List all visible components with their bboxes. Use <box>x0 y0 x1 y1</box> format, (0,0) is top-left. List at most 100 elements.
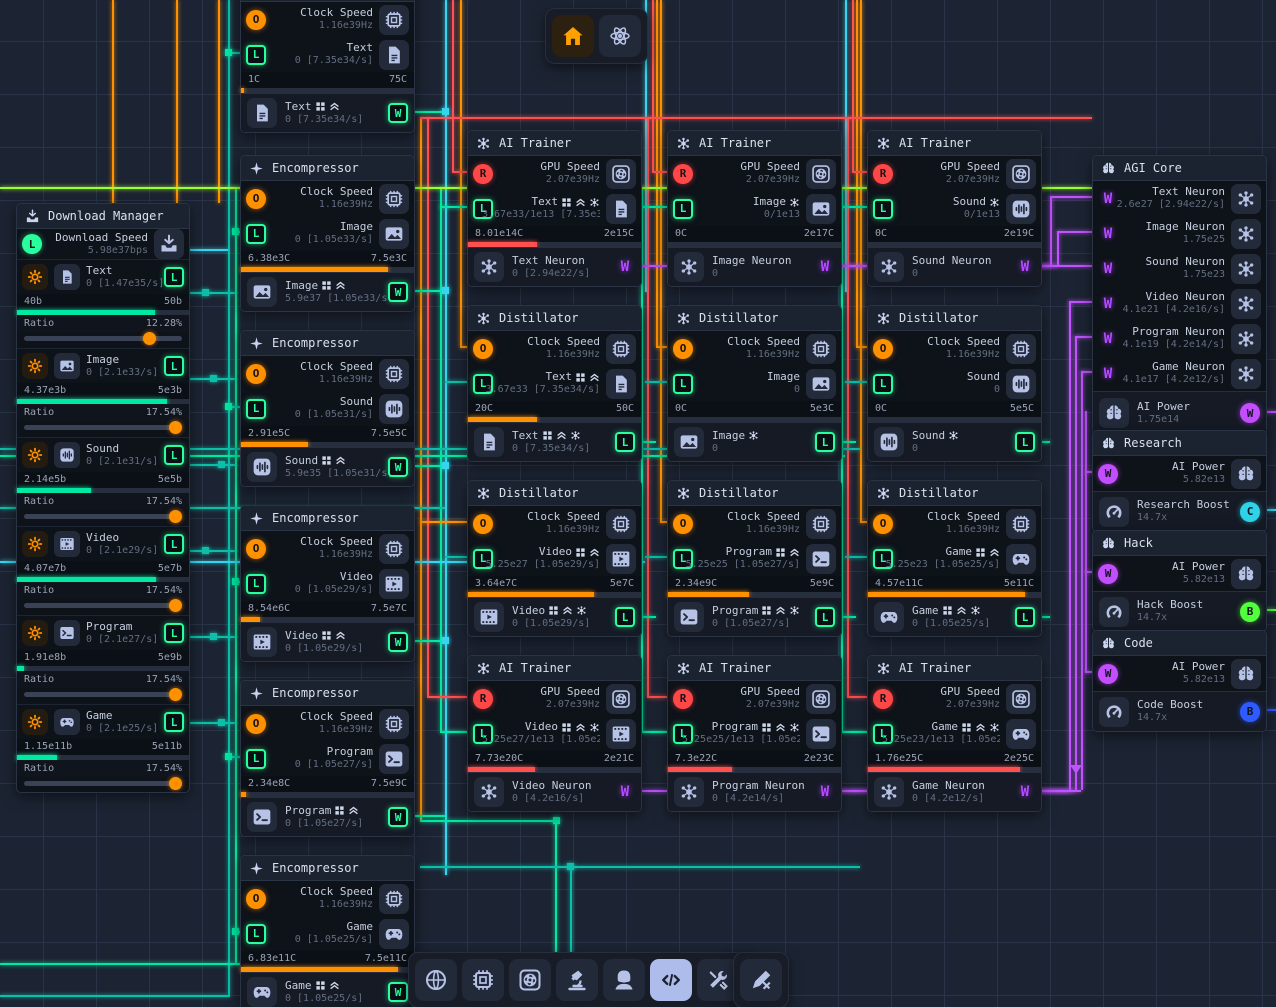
card-header[interactable]: Encompressor <box>241 681 414 706</box>
chip-button[interactable] <box>379 884 409 914</box>
card-download-manager[interactable]: Download ManagerLDownload Speed5.98e37bp… <box>16 203 190 793</box>
port-O[interactable]: O <box>473 339 493 359</box>
card-ai-trainer-program[interactable]: AI TrainerRGPU Speed2.07e39HzLProgram5.2… <box>667 655 842 812</box>
port-W[interactable]: W <box>815 782 835 802</box>
chip-button[interactable] <box>806 509 836 539</box>
card-header[interactable]: Distillator <box>468 306 641 331</box>
sound-button[interactable] <box>1006 369 1036 399</box>
gpu-button[interactable] <box>606 159 636 189</box>
port-W[interactable]: W <box>388 282 408 302</box>
card-ai-trainer-text[interactable]: AI TrainerRGPU Speed2.07e39HzLText3.67e3… <box>467 130 642 287</box>
port-W[interactable]: W <box>1098 364 1118 384</box>
port-O[interactable]: O <box>873 339 893 359</box>
card-header[interactable]: Encompressor <box>241 856 414 881</box>
sound-button[interactable] <box>54 442 80 468</box>
game-button[interactable] <box>379 919 409 949</box>
image-button[interactable] <box>379 219 409 249</box>
port-W[interactable]: W <box>1098 564 1118 584</box>
port-W[interactable]: W <box>1098 259 1118 279</box>
neuron-button[interactable] <box>674 252 704 282</box>
port-W[interactable]: W <box>1015 782 1035 802</box>
card-header[interactable]: Distillator <box>868 306 1041 331</box>
video-button[interactable] <box>606 719 636 749</box>
card-header[interactable]: AI Trainer <box>468 656 641 681</box>
card-hack[interactable]: HackWAI Power5.82e13Hack Boost14.7xB <box>1092 530 1267 632</box>
image-button[interactable] <box>806 194 836 224</box>
port-W[interactable]: W <box>1098 224 1118 244</box>
code-button[interactable] <box>650 959 692 1001</box>
game-button[interactable] <box>247 977 277 1007</box>
port-B[interactable]: B <box>1240 602 1260 622</box>
chip-button[interactable] <box>806 334 836 364</box>
neuron-button[interactable] <box>674 777 704 807</box>
port-O[interactable]: O <box>673 514 693 534</box>
chip-button[interactable] <box>379 184 409 214</box>
card-header[interactable]: Research <box>1093 431 1266 456</box>
video-button[interactable] <box>379 569 409 599</box>
port-R[interactable]: R <box>473 164 493 184</box>
port-L[interactable]: L <box>164 356 184 376</box>
gpu-button[interactable] <box>606 684 636 714</box>
game-button[interactable] <box>1006 719 1036 749</box>
port-W[interactable]: W <box>388 103 408 123</box>
port-W[interactable]: W <box>1098 189 1118 209</box>
card-distillator-image[interactable]: DistillatorOClock Speed1.16e39HzLImage00… <box>667 305 842 462</box>
port-R[interactable]: R <box>873 689 893 709</box>
image-button[interactable] <box>54 353 80 379</box>
port-L[interactable]: L <box>815 607 835 627</box>
neuron-button[interactable] <box>1231 359 1261 389</box>
chip-button[interactable] <box>379 5 409 35</box>
hacker-button[interactable] <box>603 959 645 1001</box>
port-L[interactable]: L <box>246 924 266 944</box>
gauge-button[interactable] <box>1099 497 1129 527</box>
home-button[interactable] <box>552 15 594 57</box>
port-L[interactable]: L <box>246 399 266 419</box>
globe-button[interactable] <box>415 959 457 1001</box>
card-header[interactable]: Encompressor <box>241 506 414 531</box>
sound-button[interactable] <box>874 427 904 457</box>
card-header[interactable]: Code <box>1093 631 1266 656</box>
port-L[interactable]: L <box>673 374 693 394</box>
ratio-slider[interactable] <box>24 421 182 434</box>
port-B[interactable]: B <box>1240 702 1260 722</box>
port-L[interactable]: L <box>246 574 266 594</box>
neuron-button[interactable] <box>474 252 504 282</box>
file-button[interactable] <box>474 427 504 457</box>
card-code[interactable]: CodeWAI Power5.82e13Code Boost14.7xB <box>1092 630 1267 732</box>
card-header[interactable]: Distillator <box>668 306 841 331</box>
sound-button[interactable] <box>379 394 409 424</box>
chip-button[interactable] <box>379 534 409 564</box>
card-header[interactable]: Hack <box>1093 531 1266 556</box>
port-L[interactable]: L <box>615 607 635 627</box>
port-W[interactable]: W <box>388 632 408 652</box>
card-header[interactable]: AI Trainer <box>668 656 841 681</box>
video-button[interactable] <box>606 544 636 574</box>
ratio-slider[interactable] <box>24 332 182 345</box>
port-O[interactable]: O <box>246 539 266 559</box>
card-encompressor-sound[interactable]: EncompressorOClock Speed1.16e39HzLSound0… <box>240 330 415 487</box>
program-button[interactable] <box>379 744 409 774</box>
atom-button[interactable] <box>599 15 641 57</box>
neuron-button[interactable] <box>874 777 904 807</box>
image-button[interactable] <box>674 427 704 457</box>
ratio-slider[interactable] <box>24 688 182 701</box>
port-L[interactable]: L <box>873 374 893 394</box>
neuron-button[interactable] <box>1231 254 1261 284</box>
card-header[interactable]: Distillator <box>668 481 841 506</box>
game-button[interactable] <box>1006 544 1036 574</box>
gear-button[interactable] <box>22 709 48 735</box>
port-L[interactable]: L <box>164 712 184 732</box>
port-O[interactable]: O <box>673 339 693 359</box>
port-W[interactable]: W <box>1098 329 1118 349</box>
card-distillator-video[interactable]: DistillatorOClock Speed1.16e39HzLVideo5.… <box>467 480 642 637</box>
gauge-button[interactable] <box>1099 597 1129 627</box>
port-W[interactable]: W <box>615 257 635 277</box>
port-L[interactable]: L <box>246 224 266 244</box>
port-L[interactable]: L <box>164 267 184 287</box>
card-header[interactable]: AI Trainer <box>668 131 841 156</box>
brain-button[interactable] <box>1099 398 1129 428</box>
port-L[interactable]: L <box>246 45 266 65</box>
port-W[interactable]: W <box>388 807 408 827</box>
ratio-slider[interactable] <box>24 777 182 790</box>
chip-button[interactable] <box>1006 334 1036 364</box>
